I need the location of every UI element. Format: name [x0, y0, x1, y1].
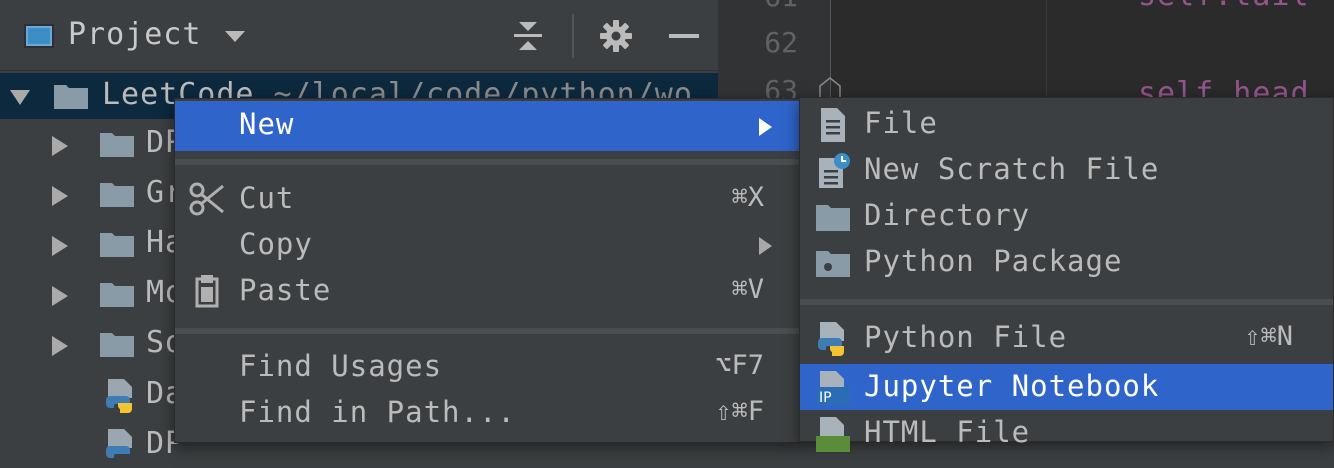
shortcut: ⌘V	[731, 274, 764, 305]
project-view-selector[interactable]: Project	[68, 17, 201, 52]
html-file-icon	[816, 417, 850, 452]
shortcut: ⇧⌘N	[1244, 321, 1293, 352]
submenu-item-file[interactable]: File	[800, 101, 1333, 147]
project-view-icon	[22, 20, 56, 52]
menu-item-paste[interactable]: Paste ⌘V	[175, 268, 800, 314]
python-file-icon	[818, 322, 844, 356]
menu-separator	[800, 299, 1333, 305]
collapsed-triangle-icon[interactable]	[50, 284, 70, 308]
folder-icon	[100, 233, 134, 257]
submenu-arrow-icon	[759, 237, 772, 255]
folder-icon	[816, 205, 850, 231]
shortcut: ⌥F7	[715, 350, 764, 381]
shortcut: ⇧⌘F	[715, 396, 764, 427]
folder-icon	[54, 85, 88, 109]
folder-icon	[100, 333, 134, 357]
collapsed-triangle-icon[interactable]	[50, 334, 70, 358]
menu-separator	[175, 328, 800, 334]
scissors-icon	[189, 182, 224, 216]
submenu-item-python-file[interactable]: Python File ⇧⌘N	[800, 315, 1333, 361]
submenu-item-new-scratch-file[interactable]: New Scratch File	[800, 147, 1333, 193]
submenu-item-jupyter-notebook[interactable]: IP Jupyter Notebook	[800, 364, 1333, 410]
collapse-all-icon[interactable]	[510, 20, 546, 52]
menu-item-cut[interactable]: Cut ⌘X	[175, 176, 800, 222]
menu-item-find-usages[interactable]: Find Usages ⌥F7	[175, 344, 800, 390]
collapsed-triangle-icon[interactable]	[50, 184, 70, 208]
line-number: 61	[718, 0, 798, 13]
menu-separator	[175, 159, 800, 165]
menu-item-find-in-path[interactable]: Find in Path... ⇧⌘F	[175, 390, 800, 436]
python-file-icon	[106, 379, 132, 413]
context-menu: New Cut ⌘X Copy Paste ⌘V Find Usages ⌥F7…	[174, 98, 801, 443]
gear-icon[interactable]	[596, 20, 636, 52]
scratch-file-icon	[819, 153, 850, 188]
minimize-icon[interactable]	[664, 20, 704, 52]
folder-icon	[100, 283, 134, 307]
submenu-item-directory[interactable]: Directory	[800, 193, 1333, 239]
collapsed-triangle-icon[interactable]	[50, 134, 70, 158]
folder-icon	[100, 183, 134, 207]
new-submenu: File New Scratch File Directory Python P…	[799, 97, 1334, 452]
jupyter-notebook-icon: IP	[816, 371, 850, 406]
shortcut: ⌘X	[731, 182, 764, 213]
line-number: 62	[764, 26, 798, 59]
svg-text:IP: IP	[819, 390, 832, 406]
package-icon	[816, 251, 850, 277]
expanded-triangle-icon[interactable]	[8, 88, 32, 106]
submenu-item-html-file[interactable]: HTML File	[800, 410, 1333, 456]
file-icon	[821, 108, 845, 142]
folder-icon	[100, 133, 134, 157]
project-header: Project	[0, 0, 718, 71]
submenu-item-python-package[interactable]: Python Package	[800, 239, 1333, 285]
collapsed-triangle-icon[interactable]	[50, 234, 70, 258]
code-line: self.tail	[1138, 0, 1310, 13]
python-file-icon	[106, 429, 132, 458]
clipboard-icon	[195, 275, 219, 308]
menu-item-copy[interactable]: Copy	[175, 222, 800, 268]
submenu-arrow-icon	[759, 118, 772, 136]
chevron-down-icon[interactable]	[222, 20, 248, 52]
menu-item-new[interactable]: New	[175, 101, 800, 151]
header-divider	[572, 14, 574, 58]
